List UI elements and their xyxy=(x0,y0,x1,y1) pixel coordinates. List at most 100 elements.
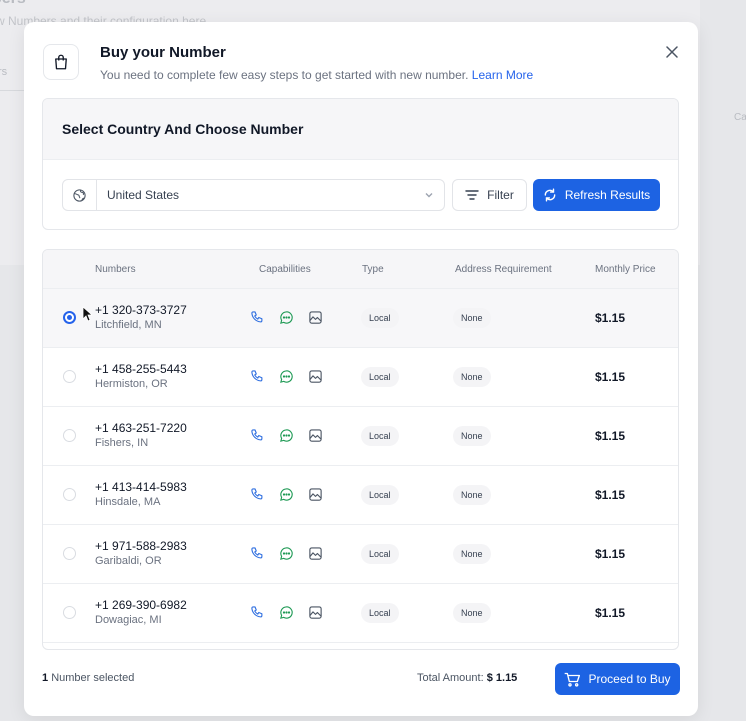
number-location: Fishers, IN xyxy=(95,437,149,449)
background-column-label: Ca xyxy=(734,112,746,123)
sms-chat-icon xyxy=(278,545,294,561)
phone-number: +1 269-390-6982 xyxy=(95,598,187,612)
close-button[interactable] xyxy=(662,42,682,62)
background-tab: rs xyxy=(0,66,8,78)
table-row[interactable]: +1 413-414-5983 Hinsdale, MA Local None $1.1… xyxy=(43,466,678,525)
capabilities xyxy=(249,545,323,561)
country-value: United States xyxy=(107,188,180,202)
monthly-price: $1.15 xyxy=(595,488,626,502)
column-header-capabilities: Capabilities xyxy=(259,264,311,275)
sms-chat-icon xyxy=(278,604,294,620)
address-requirement-badge: None xyxy=(453,603,491,623)
row-select-radio[interactable] xyxy=(63,429,76,442)
learn-more-link[interactable]: Learn More xyxy=(472,68,533,82)
refresh-results-button[interactable]: Refresh Results xyxy=(533,179,660,211)
globe-icon xyxy=(63,180,97,210)
total-label: Total Amount: xyxy=(417,672,484,684)
type-badge: Local xyxy=(361,426,399,446)
mouse-cursor-icon xyxy=(82,306,92,322)
sms-chat-icon xyxy=(278,368,294,384)
table-row[interactable]: +1 320-373-3727 Litchfield, MN Local None $1… xyxy=(43,289,678,348)
monthly-price: $1.15 xyxy=(595,547,626,561)
numbers-table: Numbers Capabilities Type Address Requir… xyxy=(42,249,679,650)
table-row[interactable]: +1 458-255-5443 Hermiston, OR Local None $1.… xyxy=(43,348,678,407)
mms-image-icon xyxy=(307,368,323,384)
column-header-price: Monthly Price xyxy=(595,264,656,275)
selected-count-text: 1 Number selected xyxy=(42,672,134,684)
buy-number-modal: Buy your Number You need to complete few… xyxy=(24,22,698,716)
address-requirement-badge: None xyxy=(453,308,491,328)
modal-title: Buy your Number xyxy=(100,44,226,61)
row-select-radio[interactable] xyxy=(63,311,76,324)
address-requirement-badge: None xyxy=(453,485,491,505)
cart-icon xyxy=(565,672,581,687)
monthly-price: $1.15 xyxy=(595,311,626,325)
capabilities xyxy=(249,368,323,384)
sms-chat-icon xyxy=(278,486,294,502)
capabilities xyxy=(249,486,323,502)
country-select[interactable]: United States xyxy=(62,179,445,211)
row-select-radio[interactable] xyxy=(63,370,76,383)
voice-phone-icon xyxy=(249,604,265,620)
modal-subtitle-text: You need to complete few easy steps to g… xyxy=(100,68,469,82)
phone-number: +1 463-251-7220 xyxy=(95,421,187,435)
row-select-radio[interactable] xyxy=(63,606,76,619)
phone-number: +1 320-373-3727 xyxy=(95,303,187,317)
mms-image-icon xyxy=(307,545,323,561)
voice-phone-icon xyxy=(249,368,265,384)
number-location: Hinsdale, MA xyxy=(95,496,161,508)
voice-phone-icon xyxy=(249,545,265,561)
table-header: Numbers Capabilities Type Address Requir… xyxy=(43,250,678,289)
capabilities xyxy=(249,427,323,443)
chevron-down-icon xyxy=(420,190,438,200)
type-badge: Local xyxy=(361,603,399,623)
mms-image-icon xyxy=(307,309,323,325)
background-title: bers xyxy=(0,0,26,8)
phone-number: +1 971-588-2983 xyxy=(95,539,187,553)
number-location: Garibaldi, OR xyxy=(95,555,162,567)
address-requirement-badge: None xyxy=(453,367,491,387)
type-badge: Local xyxy=(361,544,399,564)
buy-label: Proceed to Buy xyxy=(588,672,671,686)
filter-icon xyxy=(465,190,479,200)
proceed-to-buy-button[interactable]: Proceed to Buy xyxy=(555,663,680,695)
column-header-address: Address Requirement xyxy=(455,264,552,275)
number-location: Hermiston, OR xyxy=(95,378,168,390)
address-requirement-badge: None xyxy=(453,426,491,446)
table-body: +1 320-373-3727 Litchfield, MN Local None $1… xyxy=(43,289,678,643)
number-location: Litchfield, MN xyxy=(95,319,162,331)
type-badge: Local xyxy=(361,485,399,505)
voice-phone-icon xyxy=(249,486,265,502)
mms-image-icon xyxy=(307,427,323,443)
filter-button[interactable]: Filter xyxy=(452,179,527,211)
table-row[interactable]: +1 463-251-7220 Fishers, IN Local None $1.15 xyxy=(43,407,678,466)
phone-number: +1 413-414-5983 xyxy=(95,480,187,494)
monthly-price: $1.15 xyxy=(595,606,626,620)
voice-phone-icon xyxy=(249,427,265,443)
row-select-radio[interactable] xyxy=(63,488,76,501)
monthly-price: $1.15 xyxy=(595,370,626,384)
table-row[interactable]: +1 269-390-6982 Dowagiac, MI Local None $1.1… xyxy=(43,584,678,643)
filter-label: Filter xyxy=(487,188,514,202)
column-header-numbers: Numbers xyxy=(95,264,136,275)
refresh-icon xyxy=(544,188,556,202)
modal-subtitle: You need to complete few easy steps to g… xyxy=(100,68,533,82)
phone-number: +1 458-255-5443 xyxy=(95,362,187,376)
shopping-bag-icon xyxy=(43,44,79,80)
mms-image-icon xyxy=(307,604,323,620)
capabilities xyxy=(249,309,323,325)
row-select-radio[interactable] xyxy=(63,547,76,560)
type-badge: Local xyxy=(361,308,399,328)
country-selection-card: Select Country And Choose Number United … xyxy=(42,98,679,230)
address-requirement-badge: None xyxy=(453,544,491,564)
selected-count: 1 xyxy=(42,672,49,684)
column-header-type: Type xyxy=(362,264,384,275)
type-badge: Local xyxy=(361,367,399,387)
close-icon xyxy=(666,46,678,58)
capabilities xyxy=(249,604,323,620)
mms-image-icon xyxy=(307,486,323,502)
selected-label: Number selected xyxy=(51,672,135,684)
monthly-price: $1.15 xyxy=(595,429,626,443)
number-location: Dowagiac, MI xyxy=(95,614,162,626)
table-row[interactable]: +1 971-588-2983 Garibaldi, OR Local None $1.… xyxy=(43,525,678,584)
